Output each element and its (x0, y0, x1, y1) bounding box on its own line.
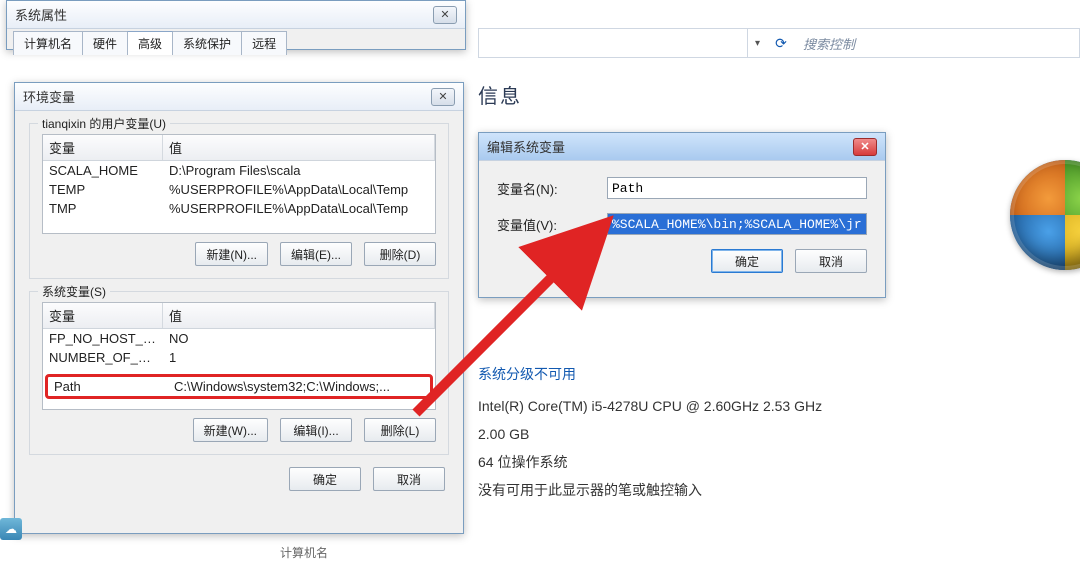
edit-var-titlebar[interactable]: 编辑系统变量 ✕ (479, 133, 885, 161)
search-input[interactable]: 搜索控制 (795, 34, 1079, 53)
table-row[interactable]: SCALA_HOME D:\Program Files\scala (43, 161, 435, 180)
user-variables-list[interactable]: 变量 值 SCALA_HOME D:\Program Files\scala T… (42, 134, 436, 234)
col-variable[interactable]: 变量 (43, 135, 163, 160)
env-ok-button[interactable]: 确定 (289, 467, 361, 491)
close-icon[interactable]: ✕ (853, 138, 877, 156)
table-row-path[interactable]: Path C:\Windows\system32;C:\Windows;... (45, 374, 433, 399)
env-cancel-button[interactable]: 取消 (373, 467, 445, 491)
system-variables-legend: 系统变量(S) (38, 283, 110, 300)
table-row[interactable]: TEMP %USERPROFILE%\AppData\Local\Temp (43, 180, 435, 199)
env-vars-title: 环境变量 (23, 87, 75, 106)
environment-variables-dialog: 环境变量 ✕ tianqixin 的用户变量(U) 变量 值 SCALA_HOM… (14, 82, 464, 534)
edit-user-var-button[interactable]: 编辑(E)... (280, 242, 352, 266)
var-name-label: 变量名(N): (497, 179, 607, 198)
edit-sys-var-button[interactable]: 编辑(I)... (280, 418, 352, 442)
delete-user-var-button[interactable]: 删除(D) (364, 242, 436, 266)
system-rating-link[interactable]: 系统分级不可用 (478, 360, 1038, 388)
system-properties-titlebar: 系统属性 ✕ (7, 1, 465, 29)
env-vars-titlebar: 环境变量 ✕ (15, 83, 463, 111)
user-variables-legend: tianqixin 的用户变量(U) (38, 115, 170, 132)
system-variables-list[interactable]: 变量 值 FP_NO_HOST_C... NO NUMBER_OF_PR... … (42, 302, 436, 410)
delete-sys-var-button[interactable]: 删除(L) (364, 418, 436, 442)
system-properties-title: 系统属性 (15, 5, 67, 24)
os-type-value: 64 位操作系统 (478, 448, 1038, 476)
cpu-value: Intel(R) Core(TM) i5-4278U CPU @ 2.60GHz… (478, 392, 1038, 420)
col-variable[interactable]: 变量 (43, 303, 163, 328)
var-name-input[interactable] (607, 177, 867, 199)
col-value[interactable]: 值 (163, 303, 435, 328)
list-header: 变量 值 (43, 303, 435, 329)
var-value-input[interactable] (607, 213, 867, 235)
table-row[interactable]: NUMBER_OF_PR... 1 (43, 348, 435, 367)
system-variables-group: 系统变量(S) 变量 值 FP_NO_HOST_C... NO NUMBER_O… (29, 291, 449, 455)
tab-computer-name[interactable]: 计算机名 (13, 31, 83, 55)
edit-cancel-button[interactable]: 取消 (795, 249, 867, 273)
edit-system-variable-dialog: 编辑系统变量 ✕ 变量名(N): 变量值(V): 确定 取消 (478, 132, 886, 298)
system-info-panel: 系统分级不可用 Intel(R) Core(TM) i5-4278U CPU @… (478, 360, 1038, 504)
close-icon[interactable]: ✕ (433, 6, 457, 24)
close-icon[interactable]: ✕ (431, 88, 455, 106)
windows-logo-orb (1010, 160, 1080, 270)
page-header-fragment: 信息 (478, 80, 522, 109)
ram-value: 2.00 GB (478, 420, 1038, 448)
edit-ok-button[interactable]: 确定 (711, 249, 783, 273)
address-dropdown[interactable]: ▾ (747, 29, 767, 57)
bottom-label-fragment: 计算机名 (280, 544, 328, 561)
table-row[interactable]: TMP %USERPROFILE%\AppData\Local\Temp (43, 199, 435, 218)
user-variables-group: tianqixin 的用户变量(U) 变量 值 SCALA_HOME D:\Pr… (29, 123, 449, 279)
refresh-icon[interactable]: ⟳ (767, 35, 795, 52)
pen-touch-value: 没有可用于此显示器的笔或触控输入 (478, 476, 1038, 504)
var-value-label: 变量值(V): (497, 215, 607, 234)
tab-hardware[interactable]: 硬件 (82, 31, 128, 55)
address-search-strip: ▾ ⟳ 搜索控制 (478, 28, 1080, 58)
system-properties-tabs: 计算机名 硬件 高级 系统保护 远程 (13, 33, 459, 55)
tab-advanced[interactable]: 高级 (127, 31, 173, 55)
tab-remote[interactable]: 远程 (241, 31, 287, 55)
new-user-var-button[interactable]: 新建(N)... (195, 242, 268, 266)
new-sys-var-button[interactable]: 新建(W)... (193, 418, 268, 442)
list-header: 变量 值 (43, 135, 435, 161)
system-properties-dialog: 系统属性 ✕ 计算机名 硬件 高级 系统保护 远程 (6, 0, 466, 50)
col-value[interactable]: 值 (163, 135, 435, 160)
tray-cloud-icon[interactable]: ☁ (0, 518, 22, 540)
edit-var-title: 编辑系统变量 (487, 137, 565, 156)
table-row[interactable]: FP_NO_HOST_C... NO (43, 329, 435, 348)
tab-system-protection[interactable]: 系统保护 (172, 31, 242, 55)
